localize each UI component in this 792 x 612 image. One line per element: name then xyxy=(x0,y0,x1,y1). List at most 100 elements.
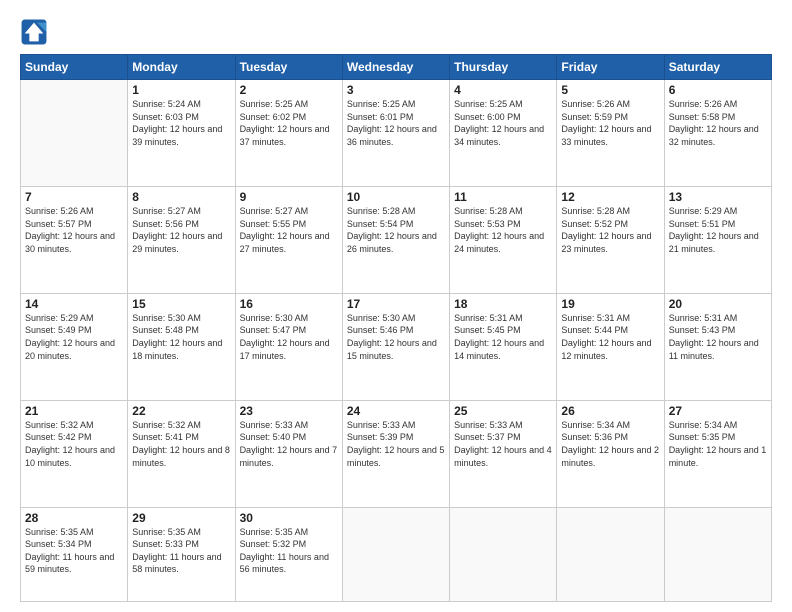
calendar-cell: 4Sunrise: 5:25 AM Sunset: 6:00 PM Daylig… xyxy=(450,80,557,187)
day-number: 8 xyxy=(132,190,230,204)
cell-info: Sunrise: 5:33 AM Sunset: 5:37 PM Dayligh… xyxy=(454,419,552,469)
calendar-cell: 28Sunrise: 5:35 AM Sunset: 5:34 PM Dayli… xyxy=(21,507,128,601)
cell-info: Sunrise: 5:29 AM Sunset: 5:51 PM Dayligh… xyxy=(669,205,767,255)
day-number: 29 xyxy=(132,511,230,525)
calendar-week-row: 14Sunrise: 5:29 AM Sunset: 5:49 PM Dayli… xyxy=(21,293,772,400)
day-number: 9 xyxy=(240,190,338,204)
day-number: 24 xyxy=(347,404,445,418)
weekday-header: Friday xyxy=(557,55,664,80)
calendar-cell: 10Sunrise: 5:28 AM Sunset: 5:54 PM Dayli… xyxy=(342,186,449,293)
day-number: 6 xyxy=(669,83,767,97)
calendar-cell xyxy=(450,507,557,601)
logo-icon xyxy=(20,18,48,46)
day-number: 11 xyxy=(454,190,552,204)
calendar-cell: 8Sunrise: 5:27 AM Sunset: 5:56 PM Daylig… xyxy=(128,186,235,293)
calendar-cell: 15Sunrise: 5:30 AM Sunset: 5:48 PM Dayli… xyxy=(128,293,235,400)
cell-info: Sunrise: 5:28 AM Sunset: 5:54 PM Dayligh… xyxy=(347,205,445,255)
cell-info: Sunrise: 5:35 AM Sunset: 5:32 PM Dayligh… xyxy=(240,526,338,576)
cell-info: Sunrise: 5:25 AM Sunset: 6:00 PM Dayligh… xyxy=(454,98,552,148)
calendar-cell: 19Sunrise: 5:31 AM Sunset: 5:44 PM Dayli… xyxy=(557,293,664,400)
day-number: 23 xyxy=(240,404,338,418)
day-number: 10 xyxy=(347,190,445,204)
calendar-cell: 23Sunrise: 5:33 AM Sunset: 5:40 PM Dayli… xyxy=(235,400,342,507)
calendar-cell: 1Sunrise: 5:24 AM Sunset: 6:03 PM Daylig… xyxy=(128,80,235,187)
weekday-header: Sunday xyxy=(21,55,128,80)
calendar-header-row: SundayMondayTuesdayWednesdayThursdayFrid… xyxy=(21,55,772,80)
day-number: 28 xyxy=(25,511,123,525)
cell-info: Sunrise: 5:30 AM Sunset: 5:46 PM Dayligh… xyxy=(347,312,445,362)
cell-info: Sunrise: 5:31 AM Sunset: 5:43 PM Dayligh… xyxy=(669,312,767,362)
cell-info: Sunrise: 5:24 AM Sunset: 6:03 PM Dayligh… xyxy=(132,98,230,148)
weekday-header: Monday xyxy=(128,55,235,80)
calendar-cell: 29Sunrise: 5:35 AM Sunset: 5:33 PM Dayli… xyxy=(128,507,235,601)
day-number: 15 xyxy=(132,297,230,311)
day-number: 2 xyxy=(240,83,338,97)
cell-info: Sunrise: 5:31 AM Sunset: 5:44 PM Dayligh… xyxy=(561,312,659,362)
calendar-week-row: 28Sunrise: 5:35 AM Sunset: 5:34 PM Dayli… xyxy=(21,507,772,601)
day-number: 17 xyxy=(347,297,445,311)
calendar-cell: 22Sunrise: 5:32 AM Sunset: 5:41 PM Dayli… xyxy=(128,400,235,507)
calendar-cell: 25Sunrise: 5:33 AM Sunset: 5:37 PM Dayli… xyxy=(450,400,557,507)
cell-info: Sunrise: 5:27 AM Sunset: 5:55 PM Dayligh… xyxy=(240,205,338,255)
calendar-cell: 24Sunrise: 5:33 AM Sunset: 5:39 PM Dayli… xyxy=(342,400,449,507)
logo xyxy=(20,18,52,46)
day-number: 13 xyxy=(669,190,767,204)
weekday-header: Saturday xyxy=(664,55,771,80)
cell-info: Sunrise: 5:34 AM Sunset: 5:35 PM Dayligh… xyxy=(669,419,767,469)
calendar-cell: 3Sunrise: 5:25 AM Sunset: 6:01 PM Daylig… xyxy=(342,80,449,187)
day-number: 19 xyxy=(561,297,659,311)
cell-info: Sunrise: 5:31 AM Sunset: 5:45 PM Dayligh… xyxy=(454,312,552,362)
weekday-header: Thursday xyxy=(450,55,557,80)
calendar-cell: 21Sunrise: 5:32 AM Sunset: 5:42 PM Dayli… xyxy=(21,400,128,507)
page: SundayMondayTuesdayWednesdayThursdayFrid… xyxy=(0,0,792,612)
cell-info: Sunrise: 5:33 AM Sunset: 5:39 PM Dayligh… xyxy=(347,419,445,469)
cell-info: Sunrise: 5:25 AM Sunset: 6:02 PM Dayligh… xyxy=(240,98,338,148)
day-number: 3 xyxy=(347,83,445,97)
calendar-cell: 18Sunrise: 5:31 AM Sunset: 5:45 PM Dayli… xyxy=(450,293,557,400)
day-number: 4 xyxy=(454,83,552,97)
cell-info: Sunrise: 5:34 AM Sunset: 5:36 PM Dayligh… xyxy=(561,419,659,469)
calendar-cell: 27Sunrise: 5:34 AM Sunset: 5:35 PM Dayli… xyxy=(664,400,771,507)
day-number: 5 xyxy=(561,83,659,97)
calendar-cell: 13Sunrise: 5:29 AM Sunset: 5:51 PM Dayli… xyxy=(664,186,771,293)
weekday-header: Tuesday xyxy=(235,55,342,80)
cell-info: Sunrise: 5:35 AM Sunset: 5:33 PM Dayligh… xyxy=(132,526,230,576)
day-number: 30 xyxy=(240,511,338,525)
day-number: 20 xyxy=(669,297,767,311)
calendar-cell: 11Sunrise: 5:28 AM Sunset: 5:53 PM Dayli… xyxy=(450,186,557,293)
calendar-cell: 7Sunrise: 5:26 AM Sunset: 5:57 PM Daylig… xyxy=(21,186,128,293)
cell-info: Sunrise: 5:26 AM Sunset: 5:59 PM Dayligh… xyxy=(561,98,659,148)
day-number: 18 xyxy=(454,297,552,311)
calendar-cell xyxy=(557,507,664,601)
day-number: 7 xyxy=(25,190,123,204)
day-number: 22 xyxy=(132,404,230,418)
calendar-cell: 14Sunrise: 5:29 AM Sunset: 5:49 PM Dayli… xyxy=(21,293,128,400)
cell-info: Sunrise: 5:33 AM Sunset: 5:40 PM Dayligh… xyxy=(240,419,338,469)
day-number: 27 xyxy=(669,404,767,418)
calendar-week-row: 21Sunrise: 5:32 AM Sunset: 5:42 PM Dayli… xyxy=(21,400,772,507)
day-number: 1 xyxy=(132,83,230,97)
cell-info: Sunrise: 5:28 AM Sunset: 5:52 PM Dayligh… xyxy=(561,205,659,255)
calendar-week-row: 1Sunrise: 5:24 AM Sunset: 6:03 PM Daylig… xyxy=(21,80,772,187)
calendar-cell: 12Sunrise: 5:28 AM Sunset: 5:52 PM Dayli… xyxy=(557,186,664,293)
cell-info: Sunrise: 5:28 AM Sunset: 5:53 PM Dayligh… xyxy=(454,205,552,255)
calendar-cell: 20Sunrise: 5:31 AM Sunset: 5:43 PM Dayli… xyxy=(664,293,771,400)
calendar-cell: 16Sunrise: 5:30 AM Sunset: 5:47 PM Dayli… xyxy=(235,293,342,400)
day-number: 26 xyxy=(561,404,659,418)
cell-info: Sunrise: 5:27 AM Sunset: 5:56 PM Dayligh… xyxy=(132,205,230,255)
cell-info: Sunrise: 5:26 AM Sunset: 5:58 PM Dayligh… xyxy=(669,98,767,148)
day-number: 21 xyxy=(25,404,123,418)
calendar-table: SundayMondayTuesdayWednesdayThursdayFrid… xyxy=(20,54,772,602)
calendar-cell: 30Sunrise: 5:35 AM Sunset: 5:32 PM Dayli… xyxy=(235,507,342,601)
calendar-cell: 2Sunrise: 5:25 AM Sunset: 6:02 PM Daylig… xyxy=(235,80,342,187)
calendar-cell: 17Sunrise: 5:30 AM Sunset: 5:46 PM Dayli… xyxy=(342,293,449,400)
day-number: 14 xyxy=(25,297,123,311)
day-number: 12 xyxy=(561,190,659,204)
cell-info: Sunrise: 5:29 AM Sunset: 5:49 PM Dayligh… xyxy=(25,312,123,362)
day-number: 25 xyxy=(454,404,552,418)
cell-info: Sunrise: 5:30 AM Sunset: 5:47 PM Dayligh… xyxy=(240,312,338,362)
header xyxy=(20,18,772,46)
calendar-cell xyxy=(21,80,128,187)
cell-info: Sunrise: 5:30 AM Sunset: 5:48 PM Dayligh… xyxy=(132,312,230,362)
day-number: 16 xyxy=(240,297,338,311)
